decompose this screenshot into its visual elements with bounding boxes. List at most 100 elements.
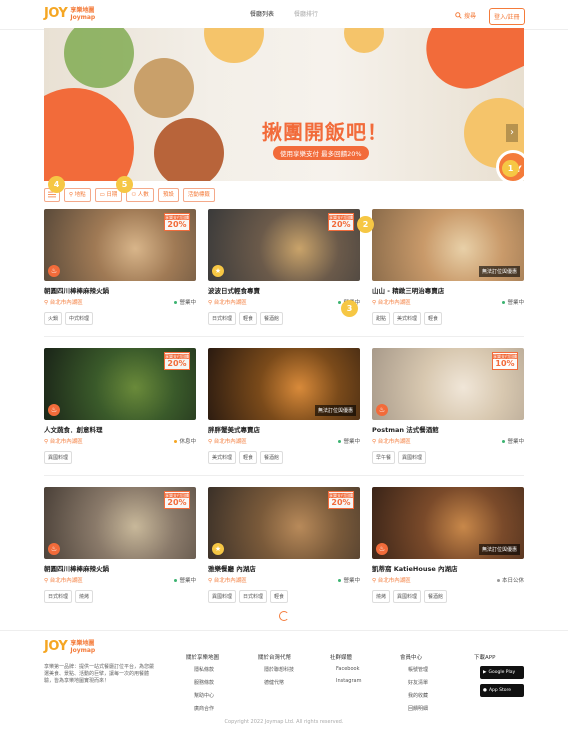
cuisine-tag[interactable]: 日式料理 [44,590,73,603]
cuisine-tag[interactable]: 輕食 [239,451,258,464]
app-store-button[interactable]: ● App Store [480,684,524,697]
restaurant-name[interactable]: 雅樂餐廳 內湖店 [208,563,360,573]
restaurant-photo[interactable]: 享樂支付回饋 20% ★ [208,209,360,281]
pin-icon: ⚲ [69,192,74,198]
restaurant-card[interactable]: 享樂支付回饋 20% ♨ 朝圓四川棒棒麻辣火鍋 ⚲ 台北市內湖區 營業中 火鍋 中式… [44,209,196,325]
cashback-badge: 享樂支付回饋 20% [164,352,190,370]
footer-link-partnership[interactable]: 廣商合作 [194,705,219,712]
cuisine-tag[interactable]: 異國料理 [44,451,73,464]
tab-restaurant-list[interactable]: 餐廳列表 [250,0,275,30]
joymap-logo[interactable]: JOY 享樂地圖 Joymap [44,6,95,21]
cuisine-tag[interactable]: 餐酒館 [424,590,448,603]
location-pin-icon: ⚲ [372,439,377,445]
location-pin-icon: ⚲ [372,300,377,306]
cashback-badge-value: 20% [167,359,187,368]
restaurant-card[interactable]: 享樂支付回饋 20% ♨ 人文蔬食．創意料理 ⚲ 台北市內湖區 休息中 異國料理 [44,348,196,464]
footer-link-friends[interactable]: 好友清單 [408,679,428,686]
cuisine-tag[interactable]: 甜點 [372,312,391,325]
cuisine-tag[interactable]: 燒烤 [75,590,94,603]
footer-link-terms[interactable]: 服務條款 [194,679,219,686]
cuisine-tags: 異國料理 [44,451,196,464]
footer-description: 享樂第一品牌：提供一站式餐廳訂位平台，為您嚴選美食、景點、活動的巨擘，讓每一次的… [44,664,155,684]
cuisine-tag[interactable]: 輕食 [424,312,443,325]
footer-link-rewards[interactable]: 回饋明細 [408,705,428,712]
cuisine-tag[interactable]: 燒烤 [372,590,391,603]
cuisine-tag[interactable]: 日式料理 [208,312,237,325]
restaurant-photo[interactable]: 無法訂位與優惠 [208,348,360,420]
filter-location-button[interactable]: ⚲ 地點 [64,188,91,202]
footer-link-help[interactable]: 幫助中心 [194,692,219,699]
restaurant-name[interactable]: 凱蒂窩 KatieHouse 內湖店 [372,563,524,573]
cashback-badge-value: 10% [495,359,515,368]
restaurant-photo[interactable]: ♨ 無法訂位與優惠 [372,487,524,559]
restaurant-card[interactable]: 無法訂位與優惠 胖胖蟹美式專賣店 ⚲ 台北市內湖區 營業中 美式料理 輕食 餐酒館 [208,348,360,464]
restaurant-card[interactable]: 享樂支付回饋 10% ♨ Postman 法式餐酒館 ⚲ 台北市內湖區 營業中 早… [372,348,524,464]
cuisine-tag[interactable]: 日式料理 [239,590,268,603]
banner-next-arrow[interactable]: › [506,124,518,142]
restaurant-photo[interactable]: 享樂支付回饋 20% ♨ [44,348,196,420]
restaurant-name[interactable]: 山山 - 精緻三明治專賣店 [372,285,524,295]
restaurant-name[interactable]: 人文蔬食．創意料理 [44,424,196,434]
restaurant-name[interactable]: 朝圓四川棒棒麻辣火鍋 [44,563,196,573]
cuisine-tag[interactable]: 異國料理 [398,451,427,464]
restaurant-photo[interactable]: 享樂支付回饋 10% ♨ [372,348,524,420]
restaurant-card[interactable]: 無法訂位與優惠 山山 - 精緻三明治專賣店 ⚲ 台北市內湖區 營業中 甜點 美式料… [372,209,524,325]
footer-link-privacy[interactable]: 隱私條款 [194,666,219,673]
cashback-badge-value: 20% [331,220,351,229]
promo-banner[interactable]: 揪團開飯吧！ 使用享樂支付 最多回饋20% JOY › [44,28,524,181]
restaurant-card[interactable]: 享樂支付回饋 20% ★ 雅樂餐廳 內湖店 ⚲ 台北市內湖區 營業中 異國料理 日式… [208,487,360,603]
footer-link-facebook[interactable]: Facebook [336,666,361,672]
restaurant-card[interactable]: ♨ 無法訂位與優惠 凱蒂窩 KatieHouse 內湖店 ⚲ 台北市內湖區 本日… [372,487,524,603]
filter-sort-button[interactable]: 預設 [157,188,179,202]
restaurant-name[interactable]: 朝圓四川棒棒麻辣火鍋 [44,285,196,295]
banner-subtitle: 使用享樂支付 最多回饋20% [273,146,369,160]
footer-link-token[interactable]: 德健代幣 [264,679,294,686]
login-register-button[interactable]: 登入/註冊 [489,8,525,25]
cuisine-tag[interactable]: 火鍋 [44,312,63,325]
footer-link-instagram[interactable]: Instagram [336,678,361,684]
cuisine-tag[interactable]: 餐酒館 [260,451,284,464]
restaurant-photo[interactable]: 享樂支付回饋 20% ★ [208,487,360,559]
restaurant-location: ⚲ 台北市內湖區 [44,298,83,306]
cuisine-tags: 燒烤 異國料理 餐酒館 [372,590,524,603]
restaurant-name[interactable]: Postman 法式餐酒館 [372,424,524,434]
open-status-text: 營業中 [179,300,196,306]
restaurant-location: ⚲ 台北市內湖區 [208,437,247,445]
cuisine-tag[interactable]: 早午餐 [372,451,396,464]
restaurant-photo[interactable]: 享樂支付回饋 20% ♨ [44,487,196,559]
filter-event-tags-button[interactable]: 活動標籤 [182,188,215,202]
footer-link-tech[interactable]: 隱於聯想科技 [264,666,294,673]
footer-logo[interactable]: JOY 享樂地圖 Joymap [44,639,95,654]
restaurant-card[interactable]: 享樂支付回饋 20% ♨ 朝圓四川棒棒麻辣火鍋 ⚲ 台北市內湖區 營業中 日式料理… [44,487,196,603]
cuisine-tag[interactable]: 餐酒館 [260,312,284,325]
search-button[interactable]: 搜尋 [455,11,476,20]
cuisine-tag[interactable]: 美式料理 [208,451,237,464]
search-label: 搜尋 [464,13,477,20]
restaurant-card[interactable]: 享樂支付回饋20% ★ 波波日式輕食專賣 ⚲ 台北市內湖區 營業中 日式料理輕食… [208,209,360,325]
cuisine-tag[interactable]: 異國料理 [208,590,237,603]
footer-link-favorites[interactable]: 我的收藏 [408,692,428,699]
status-dot-icon [338,579,342,582]
cuisine-tag[interactable]: 中式料理 [65,312,94,325]
restaurant-photo[interactable]: 無法訂位與優惠 [372,209,524,281]
restaurant-name[interactable]: 波波日式輕食專賣 [208,285,360,295]
filter-date-label: 日期 [106,192,118,198]
tab-restaurant-ranking[interactable]: 餐廳排行 [294,0,318,30]
cuisine-tag[interactable]: 輕食 [270,590,289,603]
restaurant-location-text: 台北市內湖區 [377,578,411,584]
google-play-button[interactable]: ▶ Google Play [480,666,524,679]
cuisine-tag[interactable]: 異國料理 [393,590,422,603]
cashback-badge: 享樂支付回饋 20% [164,213,190,231]
cuisine-tag[interactable]: 美式料理 [393,312,422,325]
open-status: 營業中 [174,576,196,584]
restaurant-location: ⚲ 台北市內湖區 [44,437,83,445]
search-icon [455,12,462,19]
restaurant-name[interactable]: 胖胖蟹美式專賣店 [208,424,360,434]
open-status-text: 休息中 [179,439,196,445]
row-divider [44,336,524,337]
restaurant-location: ⚲ 台北市內湖區 [372,437,411,445]
restaurant-photo[interactable]: 享樂支付回饋 20% ♨ [44,209,196,281]
open-status: 營業中 [502,437,524,445]
cuisine-tag[interactable]: 輕食 [239,312,258,325]
footer-link-account[interactable]: 帳號管理 [408,666,428,673]
